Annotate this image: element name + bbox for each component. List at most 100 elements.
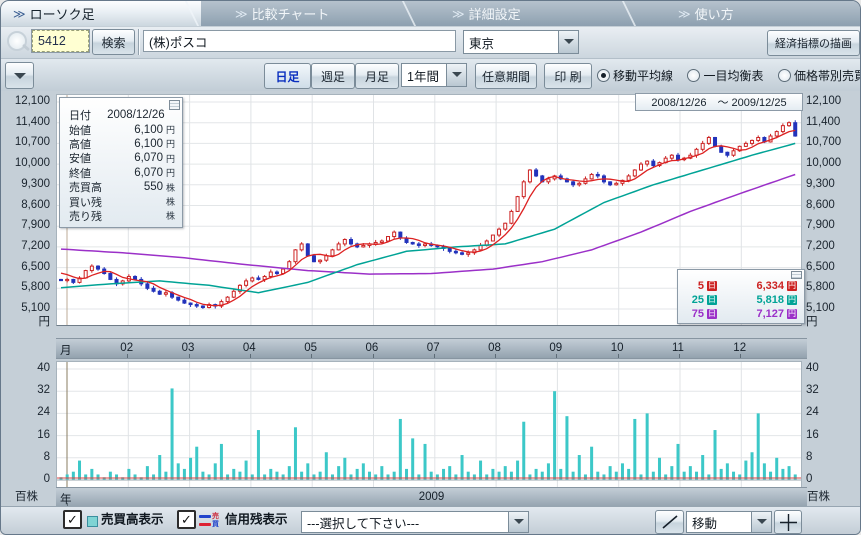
candle-body [411, 242, 414, 243]
candle-body [319, 260, 322, 261]
ma-period: 75 [684, 308, 704, 320]
volume-bar [565, 416, 568, 480]
stock-code-input[interactable] [32, 30, 89, 52]
volume-bar [300, 472, 303, 480]
tooltip-row: 終値6,070円 [60, 166, 182, 180]
candle-body [491, 235, 494, 241]
price-tick-label: 8,600 [0, 198, 50, 212]
chevron-down-icon[interactable] [446, 64, 466, 86]
volume-bar [553, 391, 556, 480]
candle-body [349, 240, 352, 244]
ma-period: 5 [684, 280, 704, 292]
tooltip-row-label: 売り残 [69, 208, 113, 224]
volume-bar [714, 430, 717, 480]
sell-kanji: 売 [212, 513, 219, 520]
radio-volume-by-price[interactable]: 価格帯別売買高 [778, 67, 861, 84]
volume-bar [349, 474, 352, 480]
credit-balance-checkbox[interactable]: ✓ [177, 510, 196, 529]
range-select[interactable]: 1年間 [401, 63, 467, 87]
ma-legend-row: 75日7,127円 [678, 307, 804, 321]
candle-body [528, 170, 531, 182]
volume-bar [417, 474, 420, 480]
candle-body [109, 274, 112, 280]
volume-bar [72, 472, 75, 480]
period-daily-button[interactable]: 日足 [264, 63, 311, 89]
month-tick [189, 354, 190, 358]
volume-bar [275, 472, 278, 480]
volume-bar [615, 472, 618, 480]
volume-bar [584, 474, 587, 480]
volume-bar [757, 413, 760, 480]
candle-body [695, 149, 698, 155]
candle-body [461, 253, 464, 254]
month-label: 02 [120, 342, 133, 354]
legend-minimize-icon[interactable] [791, 271, 802, 279]
year-axis-strip: 年 2009 [56, 487, 807, 508]
custom-period-button[interactable]: 任意期間 [475, 63, 537, 89]
date-range-text: 2008/12/26 ～ 2009/12/25 [651, 94, 786, 110]
crosshair-button[interactable] [774, 510, 802, 534]
economic-indicator-button[interactable]: 経済指標の描画 [767, 30, 860, 56]
candle-body [744, 143, 747, 146]
period-monthly-button[interactable]: 月足 [355, 63, 399, 89]
sell-line-icon [199, 515, 211, 518]
candle-body [467, 253, 470, 254]
trendline-tool-button[interactable] [655, 510, 684, 534]
candle-body [424, 244, 427, 245]
radio-moving-average[interactable]: 移動平均線 [597, 67, 673, 84]
candle-body [362, 245, 365, 246]
candle-body [714, 137, 717, 146]
radio-ichimoku[interactable]: 一目均衡表 [687, 67, 763, 84]
candle-body [226, 297, 229, 301]
candle-body [652, 161, 655, 165]
volume-bar [541, 472, 544, 480]
price-unit-label: 円 [0, 315, 50, 329]
candle-body [535, 170, 538, 176]
volume-tick-label: 40 [0, 361, 50, 375]
tooltip-minimize-icon[interactable] [169, 100, 180, 110]
price-plot-area[interactable]: 2008/12/26 ～ 2009/12/25 日付2008/12/26始値6,… [56, 94, 802, 326]
period-weekly-button[interactable]: 週足 [311, 63, 355, 89]
volume-chart-svg[interactable] [57, 362, 801, 487]
volume-display-checkbox[interactable]: ✓ [63, 510, 82, 529]
volume-bar [707, 474, 710, 480]
volume-tick-label: 0 [0, 472, 50, 486]
candle-body [454, 251, 457, 252]
stock-name-input[interactable] [143, 30, 456, 52]
indicator-select[interactable]: ---選択して下さい--- [301, 511, 529, 533]
chevron-down-icon[interactable] [751, 512, 771, 532]
volume-bar [245, 461, 248, 480]
ma-value-unit: 円 [787, 309, 797, 319]
volume-bar [109, 472, 112, 480]
volume-bar [479, 461, 482, 480]
volume-tick-label: 8 [0, 450, 50, 464]
radio-icon [687, 69, 700, 82]
candle-body [300, 244, 303, 250]
volume-plot-area[interactable] [56, 361, 802, 488]
print-button[interactable]: 印 刷 [544, 63, 592, 89]
tab-how-to-use[interactable]: ≫ 使い方 [626, 1, 861, 26]
volume-bar [97, 474, 100, 480]
tab-candlestick[interactable]: ≫ ローソク足 [1, 1, 201, 26]
candle-body [522, 182, 525, 197]
volume-bar [134, 474, 137, 480]
volume-tick-label: 24 [806, 405, 861, 419]
month-tick [740, 354, 741, 358]
market-select[interactable]: 東京 [463, 30, 579, 54]
volume-tick-label: 8 [806, 450, 861, 464]
volume-bar [257, 430, 260, 480]
tooltip-row-unit: 円 [163, 137, 175, 150]
stock-chart-window: ≫ ローソク足 ≫ 比較チャート ≫ 詳細設定 ≫ 使い方 検索 東京 経済指標… [0, 0, 861, 535]
chevron-down-icon[interactable] [508, 512, 528, 532]
price-tick-label: 7,900 [806, 218, 861, 232]
month-label: 10 [611, 342, 624, 354]
candle-body [707, 137, 710, 143]
volume-bar [738, 474, 741, 480]
expand-panel-button[interactable] [5, 62, 34, 89]
volume-bar [677, 444, 680, 480]
chevron-down-icon[interactable] [558, 31, 578, 53]
candle-body [66, 279, 69, 280]
month-tick [311, 354, 312, 358]
mode-select[interactable]: 移動 [686, 511, 772, 533]
search-button[interactable]: 検索 [92, 29, 135, 55]
